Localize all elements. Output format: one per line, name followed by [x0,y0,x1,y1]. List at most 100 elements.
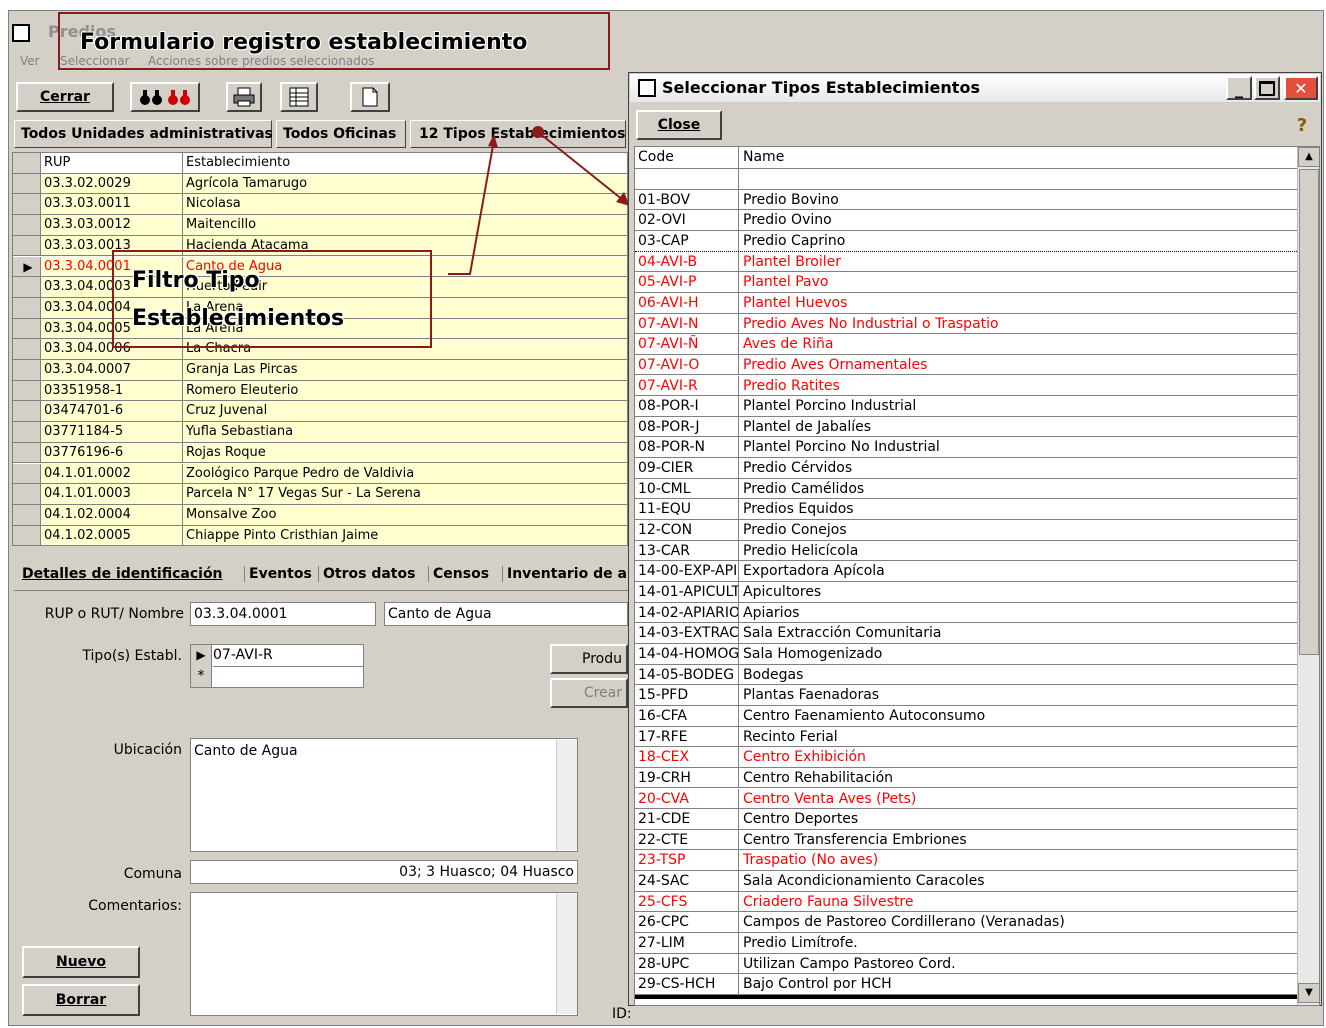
type-code-cell[interactable]: 07-AVI-N [635,313,739,334]
type-code-cell[interactable]: 07-AVI-Ñ [635,334,739,354]
list-item[interactable]: 21-CDE Centro Deportes [635,809,1297,830]
type-code-cell[interactable]: 04-AVI-B [635,251,739,272]
type-name-cell[interactable]: Plantel Porcino No Industrial [740,437,1297,457]
type-name-cell[interactable]: Centro Venta Aves (Pets) [740,789,1297,809]
type-code-cell[interactable]: 14-00-EXP-API [635,561,739,581]
list-item[interactable]: 07-AVI-N Predio Aves No Industrial o Tras… [635,313,1297,335]
list-item[interactable]: 08-POR-N Plantel Porcino No Industrial [635,437,1297,459]
type-code-cell[interactable]: 29-CS-HCH [635,974,739,994]
list-item[interactable]: 13-CAR Predio Helicícola [635,540,1297,562]
type-code-cell[interactable]: 25-CFS [635,891,739,912]
type-name-cell[interactable]: Centro Exhibición [740,747,1297,767]
list-item[interactable]: 10-CML Predio Camélidos [635,478,1297,500]
type-name-cell[interactable]: Predios Equidos [740,499,1297,519]
type-code-cell[interactable]: 24-SAC [635,871,739,891]
type-name-cell[interactable]: Predio Bovino [740,190,1297,210]
type-code-cell[interactable]: 08-POR-N [635,437,739,458]
type-name-cell[interactable]: Centro Transferencia Embriones [740,830,1297,850]
type-name-cell[interactable]: Sala Acondicionamiento Caracoles [740,871,1297,891]
type-code-cell[interactable]: 11-EQU [635,499,739,520]
type-name-cell[interactable]: Predio Ratites [740,376,1297,396]
type-code-cell[interactable]: 14-05-BODEG [635,664,739,685]
list-item[interactable]: 27-LIM Predio Limítrofe. [635,933,1297,954]
type-code-cell[interactable]: 03-CAP [635,230,739,251]
type-name-cell[interactable]: Plantel Huevos [740,293,1297,313]
list-item[interactable]: 29-CS-HCH Bajo Control por HCH [635,974,1297,995]
type-code-cell[interactable]: 18-CEX [635,747,739,767]
list-item[interactable]: 15-PFD Plantas Faenadoras [635,685,1297,706]
list-item[interactable]: 14-00-EXP-API Exportadora Apícola [635,561,1297,582]
list-item[interactable]: 24-SAC Sala Acondicionamiento Caracoles [635,871,1297,892]
type-name-cell[interactable]: Predio Aves Ornamentales [740,355,1297,375]
type-name-cell[interactable]: Exportadora Apícola [740,561,1297,581]
type-name-cell[interactable]: Plantel de Jabalíes [740,417,1297,437]
type-code-cell[interactable]: 15-PFD [635,685,739,705]
type-code-cell[interactable]: 16-CFA [635,705,739,726]
type-name-cell[interactable]: Bajo Control por HCH [740,974,1297,994]
type-name-cell[interactable]: Predio Conejos [740,520,1297,540]
type-code-cell[interactable]: 06-AVI-H [635,292,739,313]
type-code-cell[interactable]: 14-04-HOMOG [635,643,739,664]
type-code-cell[interactable]: 07-AVI-O [635,354,739,375]
help-icon[interactable]: ? [1288,110,1316,140]
maximize-button[interactable] [1254,76,1280,100]
type-name-cell[interactable]: Predio Caprino [740,231,1297,251]
type-name-cell[interactable]: Predio Camélidos [740,479,1297,499]
list-item[interactable]: 05-AVI-P Plantel Pavo [635,272,1297,293]
type-name-cell[interactable]: Sala Extracción Comunitaria [740,623,1297,643]
list-item[interactable]: 06-AVI-H Plantel Huevos [635,292,1297,314]
type-code-cell[interactable]: 23-TSP [635,850,739,871]
type-name-cell[interactable]: Predio Cérvidos [740,458,1297,478]
type-code-cell[interactable]: 01-BOV [635,189,739,210]
list-item[interactable]: 14-01-APICULT Apicultores [635,582,1297,603]
type-name-cell[interactable]: Recinto Ferial [740,727,1297,747]
type-code-cell[interactable]: 13-CAR [635,540,739,561]
dialog-close-button[interactable]: Close [636,110,722,140]
list-item[interactable]: 23-TSP Traspatio (No aves) [635,850,1297,872]
type-name-cell[interactable]: Traspatio (No aves) [740,850,1297,870]
type-name-cell[interactable]: Predio Limítrofe. [740,933,1297,953]
dialog-header-code[interactable]: Code [635,147,739,168]
list-item[interactable]: 03-CAP Predio Caprino [635,230,1297,252]
type-code-cell[interactable]: 02-OVI [635,210,739,230]
type-name-cell[interactable]: Centro Faenamiento Autoconsumo [740,706,1297,726]
list-item[interactable]: 14-03-EXTRACC Sala Extracción Comunitaria [635,623,1297,644]
type-name-cell[interactable]: Plantel Porcino Industrial [740,396,1297,416]
scroll-thumb[interactable] [1299,169,1319,655]
type-code-cell[interactable]: 12-CON [635,520,739,540]
list-item[interactable] [635,169,1297,190]
type-code-cell[interactable]: 26-CPC [635,912,739,933]
type-name-cell[interactable]: Plantel Broiler [740,252,1297,272]
type-name-cell[interactable]: Criadero Fauna Silvestre [740,892,1297,912]
type-name-cell[interactable]: Utilizan Campo Pastoreo Cord. [740,954,1297,974]
list-item[interactable]: 07-AVI-R Predio Ratites [635,375,1297,397]
type-name-cell[interactable]: Aves de Riña [740,334,1297,354]
type-code-cell[interactable]: 08-POR-J [635,416,739,437]
list-item[interactable]: 18-CEX Centro Exhibición [635,747,1297,768]
type-code-cell[interactable]: 07-AVI-R [635,375,739,396]
dialog-header-name[interactable]: Name [740,147,1297,168]
list-item[interactable]: 02-OVI Predio Ovino [635,210,1297,231]
type-code-cell[interactable]: 19-CRH [635,767,739,788]
type-code-cell[interactable]: 08-POR-I [635,396,739,416]
scroll-up-icon[interactable]: ▲ [1298,147,1319,167]
list-item[interactable]: 26-CPC Campos de Pastoreo Cordillerano (V… [635,912,1297,934]
list-item[interactable]: 22-CTE Centro Transferencia Embriones [635,829,1297,851]
type-name-cell[interactable]: Predio Helicícola [740,541,1297,561]
minimize-button[interactable]: _ [1226,76,1252,100]
list-item[interactable]: 04-AVI-B Plantel Broiler [635,251,1297,273]
type-code-cell[interactable]: 21-CDE [635,809,739,829]
list-item[interactable]: 14-02-APIARIOS Apiarios [635,602,1297,624]
list-item[interactable]: 14-04-HOMOG Sala Homogenizado [635,643,1297,665]
list-item[interactable]: 12-CON Predio Conejos [635,520,1297,541]
list-item[interactable]: 16-CFA Centro Faenamiento Autoconsumo [635,705,1297,727]
list-item[interactable]: 11-EQU Predios Equidos [635,499,1297,521]
list-item[interactable]: 20-CVA Centro Venta Aves (Pets) [635,788,1297,810]
type-code-cell[interactable]: 05-AVI-P [635,272,739,292]
type-name-cell[interactable]: Sala Homogenizado [740,644,1297,664]
type-code-cell[interactable]: 20-CVA [635,788,739,809]
type-code-cell[interactable]: 09-CIER [635,458,739,478]
list-item[interactable]: 09-CIER Predio Cérvidos [635,458,1297,479]
type-name-cell[interactable]: Predio Ovino [740,210,1297,230]
type-name-cell[interactable]: Campos de Pastoreo Cordillerano (Veranad… [740,912,1297,932]
